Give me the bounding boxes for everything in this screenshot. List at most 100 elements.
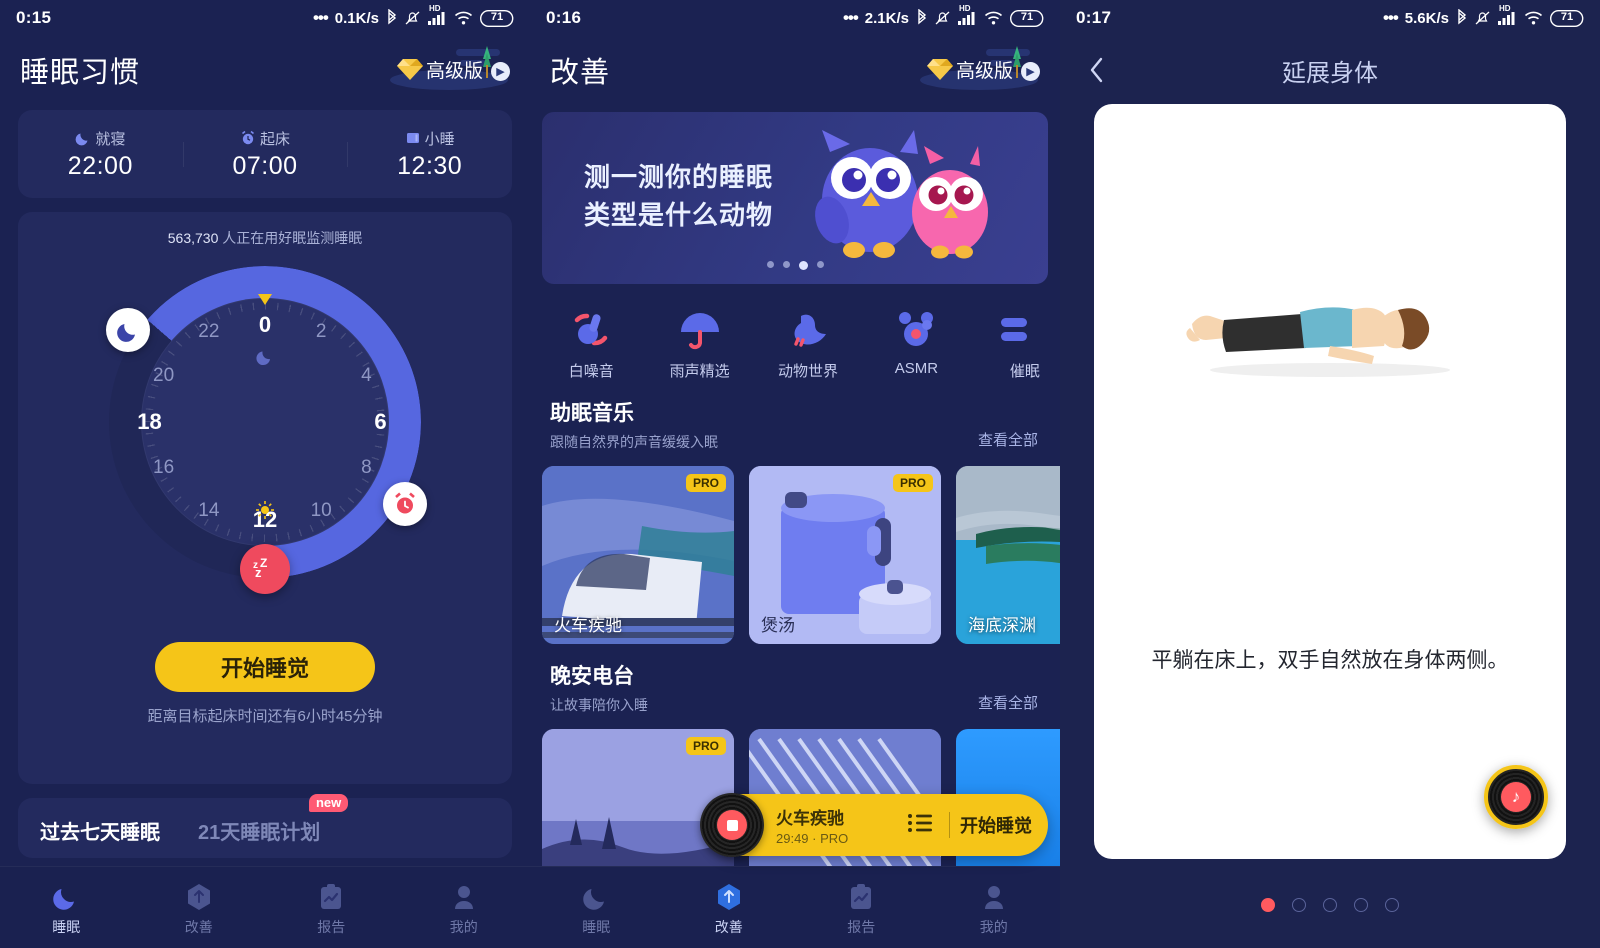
music-card-ocean[interactable]: 海底深渊 (956, 466, 1060, 644)
music-note-icon: ♪ (1501, 782, 1531, 812)
category-asmr[interactable]: ASMR (881, 302, 951, 381)
category-white-noise[interactable]: 白噪音 (556, 302, 626, 381)
sidebar-item-profile-label: 我的 (979, 918, 1008, 935)
premium-badge-button[interactable]: 高级版 ▶ (920, 46, 1040, 94)
chevron-left-icon[interactable] (1080, 53, 1114, 87)
sidebar-item-improve[interactable]: 改善 (663, 879, 796, 937)
pager-dot-5[interactable] (1385, 898, 1399, 912)
music-disc-icon[interactable]: ♪ (1484, 765, 1548, 829)
gem-icon (927, 59, 953, 80)
status-time: 0:16 (546, 8, 582, 27)
report-clipboard-icon (795, 879, 928, 915)
wifi-icon (1524, 11, 1543, 26)
bluetooth-icon (386, 9, 398, 27)
sidebar-item-improve[interactable]: 改善 (133, 879, 266, 937)
silent-bell-icon (405, 10, 420, 26)
music-card-train[interactable]: PRO 火车疾驰 (542, 466, 734, 644)
tree-icon (1013, 46, 1021, 78)
page-title: 改善 (550, 57, 611, 89)
sleep-dial[interactable]: 0 2 4 6 8 10 12 14 16 18 20 22 z Z z (106, 266, 427, 594)
vinyl-disc-button[interactable] (700, 793, 764, 857)
active-users-count: 563,730 (167, 230, 219, 246)
tab-21-day-plan[interactable]: 21天睡眠计划 new (198, 794, 349, 845)
sleep-clock-card: 563,730 人正在用好眠监测睡眠 0 2 4 6 8 10 12 14 16… (18, 212, 512, 784)
status-icons: ••• 2.1K/s HD 71 (843, 4, 1044, 28)
dial-hour-2: 2 (315, 321, 327, 342)
radio-section-title: 晚安电台 (550, 665, 634, 688)
sidebar-item-sleep-label: 睡眠 (582, 918, 611, 935)
music-card-list[interactable]: PRO 火车疾驰 PRO 煲汤 海底深渊 (530, 452, 1060, 644)
status-time: 0:17 (1076, 8, 1112, 27)
music-see-all-link[interactable]: 查看全部 (978, 429, 1038, 450)
music-card-soup[interactable]: PRO 煲汤 (749, 466, 941, 644)
music-card-caption: 海底深渊 (968, 616, 1036, 635)
pager-dot-2[interactable] (1292, 898, 1306, 912)
pager-dot-4[interactable] (1354, 898, 1368, 912)
pager-dot-1[interactable] (1261, 898, 1275, 912)
premium-badge-button[interactable]: 高级版 ▶ (390, 46, 510, 94)
sidebar-item-sleep-label: 睡眠 (52, 918, 81, 935)
dial-sun-icon (256, 501, 274, 519)
category-hypnosis[interactable]: 催眠 (990, 302, 1060, 381)
category-animals[interactable]: 动物世界 (773, 302, 843, 381)
page-title: 睡眠习惯 (20, 57, 141, 89)
banner-line-1: 测一测你的睡眠 (584, 162, 774, 192)
banner-dot-4[interactable] (816, 261, 824, 268)
hd-signal-icon: HD (1497, 4, 1517, 26)
category-hypnosis-label: 催眠 (1009, 363, 1040, 380)
sidebar-item-profile-label: 我的 (449, 918, 478, 935)
player-start-sleep-button[interactable]: 开始睡觉 (960, 812, 1032, 838)
pager-dot-3[interactable] (1323, 898, 1337, 912)
schedule-waketime-label: 起床 (260, 130, 291, 148)
sidebar-item-profile[interactable]: 我的 (928, 879, 1061, 937)
moon-icon (117, 324, 135, 342)
status-icons: ••• 5.6K/s HD 71 (1383, 4, 1584, 28)
zzz-icon: z Zz (253, 558, 267, 580)
nap-zzz-button[interactable]: zZz (240, 544, 290, 594)
banner-dot-3[interactable] (798, 261, 808, 270)
schedule-nap-time: 12:30 (397, 151, 463, 180)
sidebar-item-sleep[interactable]: 睡眠 (0, 879, 133, 937)
active-users-text: 563,730 人正在用好眠监测睡眠 (18, 212, 512, 248)
schedule-nap-label-row: 小睡 (347, 128, 512, 149)
pro-badge: PRO (685, 474, 726, 492)
dial-hour-4: 4 (361, 365, 372, 386)
bottom-nav-2: 睡眠 改善 报告 我的 (530, 866, 1060, 948)
waketime-knob[interactable] (383, 482, 427, 526)
sidebar-item-profile[interactable]: 我的 (398, 879, 531, 937)
improve-hexagon-icon (133, 879, 266, 915)
badge-cloud-shape (986, 49, 1030, 56)
playlist-icon[interactable] (907, 812, 933, 839)
schedule-bedtime[interactable]: 就寝 22:00 (18, 128, 183, 181)
sleep-type-banner[interactable]: 测一测你的睡眠 类型是什么动物 (542, 112, 1048, 284)
dial-hour-22: 22 (198, 321, 220, 342)
category-rain[interactable]: 雨声精选 (664, 302, 734, 381)
player-divider (949, 812, 950, 838)
music-card-caption: 火车疾驰 (554, 616, 622, 635)
banner-dot-2[interactable] (782, 261, 790, 268)
start-sleep-button[interactable]: 开始睡觉 (155, 642, 375, 692)
sidebar-item-report[interactable]: 报告 (795, 879, 928, 937)
radio-section-header: 晚安电台 让故事陪你入睡 查看全部 (530, 644, 1060, 715)
banner-pagination[interactable] (542, 261, 1048, 270)
sidebar-item-sleep[interactable]: 睡眠 (530, 879, 663, 937)
schedule-bedtime-label-row: 就寝 (18, 128, 183, 149)
network-speed: 5.6K/s (1404, 9, 1449, 27)
dial-hour-14: 14 (198, 500, 220, 521)
mini-player[interactable]: 火车疾驰 29:49 · PRO 开始睡觉 (700, 793, 1048, 857)
sidebar-item-report[interactable]: 报告 (265, 879, 398, 937)
tab-past-seven-days[interactable]: 过去七天睡眠 (40, 816, 160, 845)
screen-sleep-habits: 0:15 ••• 0.1K/s HD 71 睡眠习惯 高级版 ▶ 就寝 22:0… (0, 0, 530, 948)
music-card-caption: 煲汤 (761, 616, 795, 635)
bedtime-knob[interactable] (106, 308, 150, 352)
sidebar-item-report-label: 报告 (847, 918, 876, 935)
new-badge: new (308, 794, 349, 812)
alarm-icon (242, 130, 254, 145)
schedule-waketime[interactable]: 起床 07:00 (182, 128, 348, 181)
schedule-nap[interactable]: 小睡 12:30 (347, 128, 512, 181)
exercise-pagination[interactable] (1060, 898, 1600, 912)
bluetooth-icon (1456, 9, 1468, 27)
banner-dot-1[interactable] (766, 261, 774, 268)
radio-see-all-link[interactable]: 查看全部 (978, 692, 1038, 713)
battery-level: 71 (490, 10, 504, 23)
